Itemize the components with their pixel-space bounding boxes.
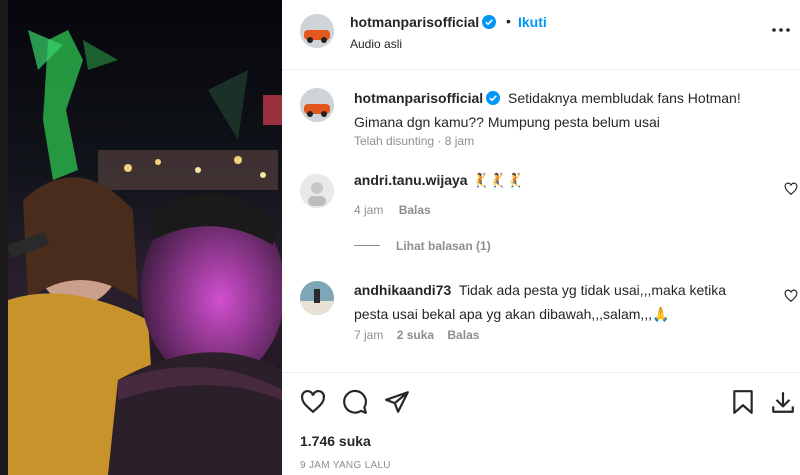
author-avatar[interactable]	[300, 14, 334, 48]
heart-icon[interactable]	[784, 289, 798, 303]
audio-label[interactable]: Audio asli	[350, 37, 402, 51]
caption-meta: Telah disunting · 8 jam	[354, 134, 475, 148]
caption-avatar[interactable]	[300, 88, 334, 122]
reply-button[interactable]: Balas	[399, 203, 431, 217]
view-replies-label[interactable]: Lihat balasan (1)	[396, 239, 491, 253]
comment-time[interactable]: 7 jam	[354, 328, 383, 342]
commenter-username[interactable]: andri.tanu.wijaya	[354, 172, 468, 188]
comment-text: andri.tanu.wijaya 🤾🤾🤾	[354, 172, 524, 189]
media-edge	[0, 0, 8, 475]
post-actions: 1.746 suka 9 JAM YANG LALU	[282, 372, 800, 475]
reply-button[interactable]: Balas	[447, 328, 479, 342]
author-username-text[interactable]: hotmanparisofficial	[350, 14, 479, 30]
bookmark-icon[interactable]	[730, 389, 756, 415]
comment-meta: 7 jam 2 suka Balas	[354, 328, 489, 342]
heart-icon[interactable]	[784, 182, 798, 196]
view-replies-button[interactable]: Lihat balasan (1)	[354, 239, 491, 253]
commenter-avatar[interactable]	[300, 174, 334, 208]
comment-icon[interactable]	[342, 389, 368, 415]
share-icon[interactable]	[384, 389, 410, 415]
comment-text: andhikaandi73 Tidak ada pesta yg tidak u…	[354, 278, 754, 326]
post-media[interactable]	[0, 0, 282, 475]
commenter-username[interactable]: andhikaandi73	[354, 282, 451, 298]
header-separator: •	[506, 13, 511, 29]
party-photo	[8, 0, 282, 475]
caption-username-text[interactable]: hotmanparisofficial	[354, 90, 483, 106]
post-timestamp: 9 JAM YANG LALU	[300, 460, 391, 471]
more-options-icon[interactable]	[768, 20, 794, 40]
replies-divider	[354, 245, 380, 246]
comment-meta: 4 jam Balas	[354, 203, 443, 217]
caption-text: hotmanparisofficial Setidaknya membludak…	[354, 86, 774, 134]
heart-icon[interactable]	[300, 389, 326, 415]
post-header: hotmanparisofficial • Ikuti Audio asli	[282, 0, 800, 70]
comment-time[interactable]: 4 jam	[354, 203, 383, 217]
post-details-panel: hotmanparisofficial • Ikuti Audio asli h…	[282, 0, 800, 475]
author-username[interactable]: hotmanparisofficial	[350, 14, 497, 30]
commenter-avatar[interactable]	[300, 281, 334, 315]
follow-button[interactable]: Ikuti	[518, 14, 547, 30]
caption-username[interactable]: hotmanparisofficial	[354, 90, 501, 106]
download-icon[interactable]	[770, 389, 796, 415]
likes-count[interactable]: 1.746 suka	[300, 433, 371, 449]
comment-likes[interactable]: 2 suka	[397, 328, 434, 342]
comment-body: 🤾🤾🤾	[471, 172, 524, 188]
verified-badge-icon	[486, 91, 501, 105]
verified-badge-icon	[482, 15, 497, 29]
